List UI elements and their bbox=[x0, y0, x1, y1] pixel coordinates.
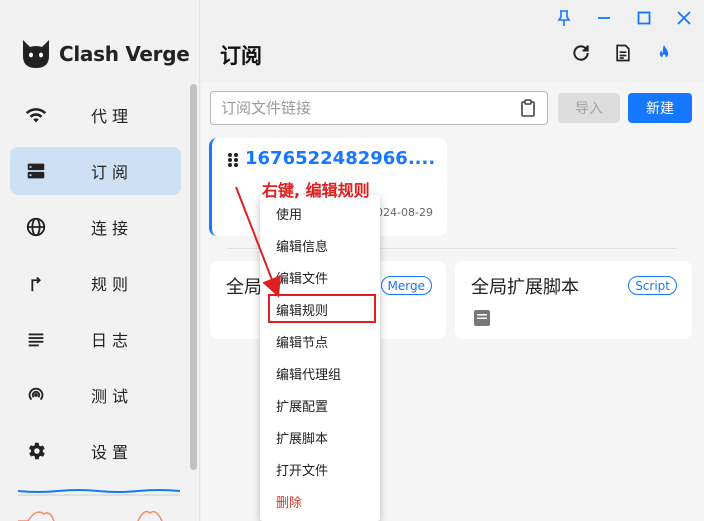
sidebar-item-label: 订阅 bbox=[91, 163, 134, 182]
app-name: Clash Verge bbox=[59, 42, 190, 66]
globe-icon bbox=[24, 215, 48, 239]
subscription-name: 1676522482966.... bbox=[245, 148, 436, 169]
document-icon[interactable] bbox=[473, 309, 491, 327]
sidebar-item-rules[interactable]: 规则 bbox=[10, 259, 181, 307]
menu-item-delete[interactable]: 删除 bbox=[260, 485, 380, 517]
sidebar-scrollbar[interactable] bbox=[190, 84, 197, 470]
new-button[interactable]: 新建 bbox=[628, 93, 692, 123]
script-profile-card[interactable]: 全局扩展脚本 Script bbox=[455, 261, 692, 339]
sidebar: Clash Verge 代理 订阅 连接 规则 日志 测试 设置 bbox=[0, 0, 200, 521]
menu-item-open-file[interactable]: 打开文件 bbox=[260, 453, 380, 485]
sidebar-item-settings[interactable]: 设置 bbox=[10, 427, 181, 475]
script-tag: Script bbox=[628, 276, 677, 295]
sidebar-item-logs[interactable]: 日志 bbox=[10, 315, 181, 363]
refresh-icon[interactable] bbox=[570, 42, 592, 64]
sidebar-item-label: 日志 bbox=[91, 331, 134, 350]
context-menu: 使用 编辑信息 编辑文件 编辑规则 编辑节点 编辑代理组 扩展配置 扩展脚本 打… bbox=[260, 195, 380, 521]
document-list-icon[interactable] bbox=[612, 42, 634, 64]
sidebar-item-label: 测试 bbox=[91, 387, 134, 406]
cat-logo-icon bbox=[23, 40, 49, 68]
import-button[interactable]: 导入 bbox=[558, 93, 620, 123]
gear-icon bbox=[24, 439, 48, 463]
menu-item-edit-file[interactable]: 编辑文件 bbox=[260, 261, 380, 293]
menu-item-edit-proxy-groups[interactable]: 编辑代理组 bbox=[260, 357, 380, 389]
sidebar-item-label: 连接 bbox=[91, 219, 134, 238]
annotation-highlight-box bbox=[268, 294, 376, 323]
maximize-icon[interactable] bbox=[634, 8, 654, 28]
list-icon bbox=[24, 327, 48, 351]
sidebar-item-label: 规则 bbox=[91, 275, 134, 294]
wifi-icon bbox=[24, 103, 48, 127]
signal-icon bbox=[24, 383, 48, 407]
app-logo: Clash Verge bbox=[20, 38, 190, 70]
clipboard-icon[interactable] bbox=[519, 99, 537, 117]
menu-item-edit-nodes[interactable]: 编辑节点 bbox=[260, 325, 380, 357]
subscription-url-input[interactable] bbox=[210, 91, 548, 125]
server-icon bbox=[24, 159, 48, 183]
sidebar-item-subscriptions[interactable]: 订阅 bbox=[10, 147, 181, 195]
merge-tag: Merge bbox=[380, 276, 432, 295]
sidebar-item-test[interactable]: 测试 bbox=[10, 371, 181, 419]
route-icon bbox=[24, 271, 48, 295]
profile-title: 全局扩展脚本 bbox=[471, 277, 579, 298]
minimize-icon[interactable] bbox=[594, 8, 614, 28]
close-icon[interactable] bbox=[674, 8, 694, 28]
fire-icon[interactable] bbox=[653, 42, 675, 64]
traffic-graph bbox=[18, 489, 180, 521]
menu-item-edit-info[interactable]: 编辑信息 bbox=[260, 229, 380, 261]
sidebar-item-label: 设置 bbox=[91, 443, 134, 462]
drag-handle-icon[interactable] bbox=[227, 152, 239, 168]
sidebar-item-proxy[interactable]: 代理 bbox=[10, 91, 181, 139]
pin-icon[interactable] bbox=[554, 8, 574, 28]
page-title: 订阅 bbox=[220, 44, 262, 68]
menu-item-use[interactable]: 使用 bbox=[260, 197, 380, 229]
sidebar-item-connections[interactable]: 连接 bbox=[10, 203, 181, 251]
menu-item-extend-script[interactable]: 扩展脚本 bbox=[260, 421, 380, 453]
sidebar-item-label: 代理 bbox=[91, 107, 134, 126]
annotation-text: 右键, 编辑规则 bbox=[262, 181, 370, 200]
menu-item-extend-config[interactable]: 扩展配置 bbox=[260, 389, 380, 421]
